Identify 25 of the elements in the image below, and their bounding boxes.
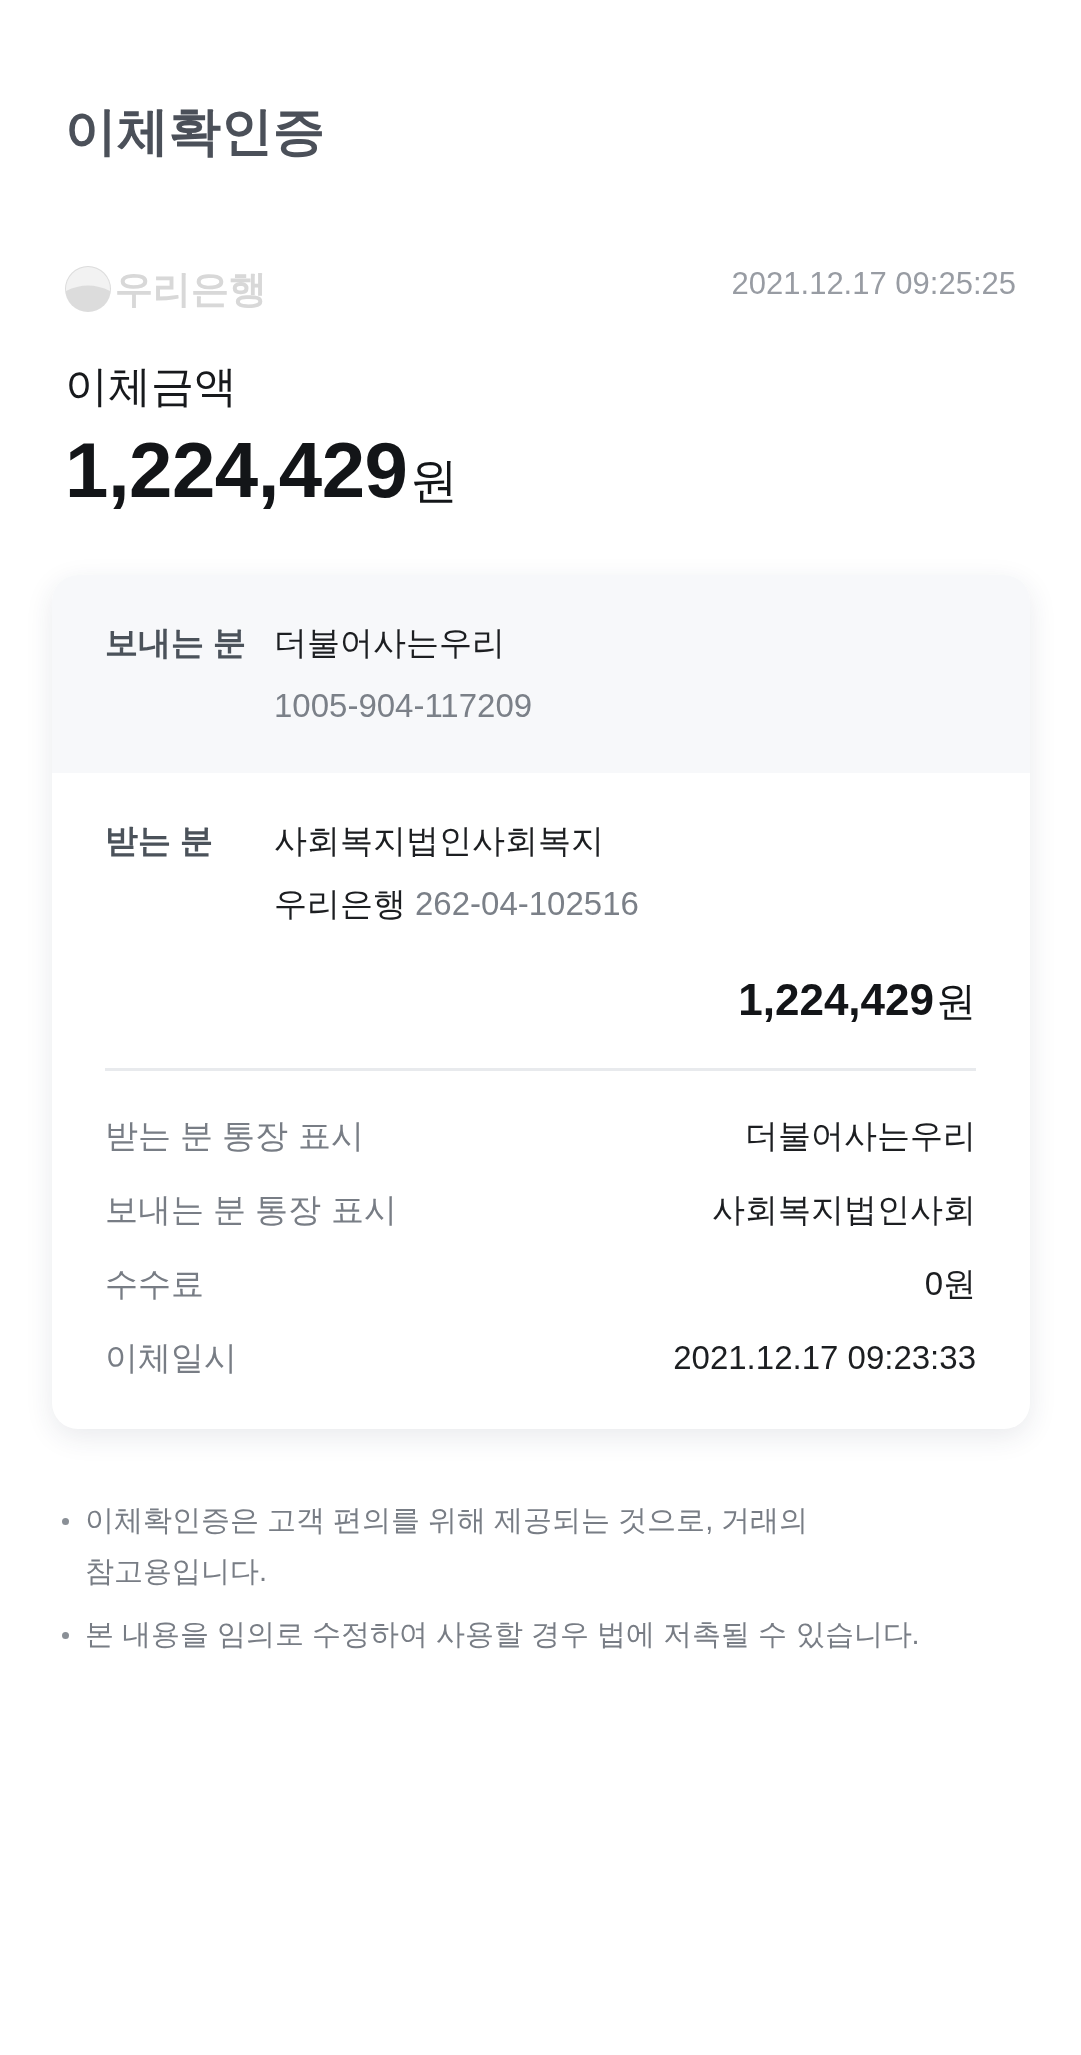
transfer-amount: 1,224,429원 [65, 430, 458, 516]
recipient-name: 사회복지법인사회복지 [274, 821, 604, 861]
sender-label: 보내는 분 [105, 623, 248, 663]
note-text: 이체확인증은 고객 편의를 위해 제공되는 것으로, 거래의 참고용입니다. [85, 1503, 810, 1589]
sender-name: 더불어사는우리 [274, 623, 505, 663]
note-text: 본 내용을 임의로 수정하여 사용할 경우 법에 저촉될 수 있습니다. [85, 1617, 920, 1652]
account-number: 1005-904-117209 [274, 686, 533, 726]
detail-value: 0원 [924, 1264, 976, 1305]
detail-value: 더불어사는우리 [745, 1116, 976, 1157]
recipient-amount: 1,224,429원 [738, 974, 976, 1026]
logo-icon [65, 266, 111, 312]
bank-name: 우리은행 [274, 884, 406, 924]
recipient-label: 받는 분 [105, 821, 215, 861]
page-title: 이체확인증 [65, 101, 325, 162]
detail-label: 받는 분 통장 표시 [105, 1116, 364, 1157]
detail-value: 2021.12.17 09:23:33 [673, 1338, 976, 1379]
amount-label: 이체금액 [65, 361, 237, 412]
detail-label: 보내는 분 통장 표시 [105, 1190, 397, 1231]
detail-value: 사회복지법인사회 [712, 1190, 976, 1231]
detail-label: 수수료 [105, 1264, 204, 1305]
account-number: 262-04-102516 [415, 884, 639, 924]
issued-timestamp: 2021.12.17 09:25:25 [731, 265, 1016, 303]
bullet-icon [62, 1632, 69, 1639]
bullet-icon [62, 1518, 69, 1525]
detail-label: 이체일시 [105, 1338, 237, 1379]
